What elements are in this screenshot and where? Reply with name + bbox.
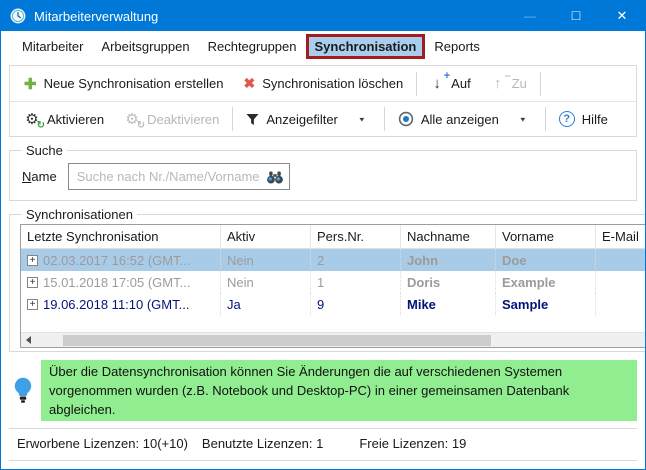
arrow-up-minus-icon: ↑– xyxy=(491,75,505,92)
horizontal-scrollbar[interactable] xyxy=(21,332,646,347)
arrow-down-plus-icon: ↓+ xyxy=(430,75,444,92)
window-controls: — □ ✕ xyxy=(507,1,645,31)
funnel-icon xyxy=(246,113,259,126)
show-all-button[interactable]: Alle anzeigen ▼ xyxy=(388,102,542,136)
chevron-down-icon[interactable]: ▼ xyxy=(514,115,532,122)
deactivate-button[interactable]: ⚙↻ Deaktivieren xyxy=(114,102,229,136)
question-mark-icon: ? xyxy=(559,111,575,127)
delete-x-icon: ✖ xyxy=(244,75,256,92)
tab-rechtegruppen[interactable]: Rechtegruppen xyxy=(199,34,306,59)
info-row: Über die Datensynchronisation können Sie… xyxy=(13,360,637,421)
gear-activate-icon: ⚙↻ xyxy=(24,110,40,128)
toolbar-separator xyxy=(232,107,233,131)
toolbar: ✚ Neue Synchronisation erstellen ✖ Synch… xyxy=(9,65,637,137)
toolbar-separator xyxy=(416,72,417,96)
expand-icon[interactable]: + xyxy=(27,277,38,288)
column-header[interactable]: Vorname xyxy=(496,225,596,248)
expand-icon[interactable]: + xyxy=(27,299,38,310)
lightbulb-icon xyxy=(13,376,33,405)
help-button[interactable]: ? Hilfe xyxy=(549,102,618,136)
statusbar: Erworbene Lizenzen: 10(+10) Benutzte Liz… xyxy=(1,429,645,453)
column-header[interactable]: Letzte Synchronisation xyxy=(21,225,221,248)
toolbar-row-1: ✚ Neue Synchronisation erstellen ✖ Synch… xyxy=(10,66,636,101)
column-header[interactable]: Pers.Nr. xyxy=(311,225,401,248)
activate-button[interactable]: ⚙↻ Aktivieren xyxy=(14,102,114,136)
display-filter-button[interactable]: Anzeigefilter ▼ xyxy=(236,102,380,136)
tabstrip: Mitarbeiter Arbeitsgruppen Rechtegruppen… xyxy=(1,31,645,62)
gear-deactivate-icon: ⚙↻ xyxy=(124,110,140,128)
app-window: Mitarbeiterverwaltung — □ ✕ Mitarbeiter … xyxy=(0,0,646,470)
toolbar-row-2: ⚙↻ Aktivieren ⚙↻ Deaktivieren Anzeigefil… xyxy=(10,101,636,136)
expand-icon[interactable]: + xyxy=(27,255,38,266)
new-sync-button[interactable]: ✚ Neue Synchronisation erstellen xyxy=(14,66,234,101)
tab-synchronisation[interactable]: Synchronisation xyxy=(306,34,426,59)
footer: Schließen Hilfe xyxy=(1,461,645,470)
table-row[interactable]: +19.06.2018 11:10 (GMT... Ja 9 Mike Samp… xyxy=(21,293,646,315)
licenses-acquired: Erworbene Lizenzen: 10(+10) xyxy=(17,436,188,451)
scroll-left-arrow[interactable] xyxy=(21,333,36,347)
search-input-wrap xyxy=(68,163,290,190)
chevron-down-icon[interactable]: ▼ xyxy=(353,115,371,122)
table-row[interactable]: +02.03.2017 16:52 (GMT... Nein 2 John Do… xyxy=(21,249,646,271)
toolbar-separator xyxy=(384,107,385,131)
toolbar-separator xyxy=(540,72,541,96)
maximize-icon[interactable]: □ xyxy=(553,1,599,31)
info-text: Über die Datensynchronisation können Sie… xyxy=(41,360,637,421)
tab-arbeitsgruppen[interactable]: Arbeitsgruppen xyxy=(92,34,198,59)
window-title: Mitarbeiterverwaltung xyxy=(34,9,158,24)
delete-sync-button[interactable]: ✖ Synchronisation löschen xyxy=(234,66,414,101)
zu-button[interactable]: ↑– Zu xyxy=(481,66,537,101)
search-group: Suche Name xyxy=(9,143,637,201)
tab-mitarbeiter[interactable]: Mitarbeiter xyxy=(13,34,92,59)
clock-app-icon xyxy=(10,8,26,24)
search-input[interactable] xyxy=(69,164,289,189)
scrollbar-thumb[interactable] xyxy=(63,335,491,346)
minimize-icon[interactable]: — xyxy=(507,1,553,31)
name-label: Name xyxy=(22,169,57,184)
titlebar: Mitarbeiterverwaltung — □ ✕ xyxy=(1,1,645,31)
column-header[interactable]: E-Mail xyxy=(596,225,646,248)
sync-group: Synchronisationen Letzte Synchronisation… xyxy=(9,207,646,352)
licenses-free: Freie Lizenzen: 19 xyxy=(359,436,466,451)
table-row[interactable]: +15.01.2018 17:05 (GMT... Nein 1 Doris E… xyxy=(21,271,646,293)
column-header[interactable]: Aktiv xyxy=(221,225,311,248)
sync-table: Letzte Synchronisation Aktiv Pers.Nr. Na… xyxy=(20,224,646,348)
close-icon[interactable]: ✕ xyxy=(599,1,645,31)
eye-icon xyxy=(398,111,414,127)
table-header: Letzte Synchronisation Aktiv Pers.Nr. Na… xyxy=(21,225,646,249)
column-header[interactable]: Nachname xyxy=(401,225,496,248)
search-group-title: Suche xyxy=(22,143,67,158)
licenses-used: Benutzte Lizenzen: 1 xyxy=(202,436,323,451)
sync-group-title: Synchronisationen xyxy=(22,207,137,222)
auf-button[interactable]: ↓+ Auf xyxy=(420,66,481,101)
binoculars-icon[interactable] xyxy=(266,171,284,184)
toolbar-separator xyxy=(545,107,546,131)
tab-reports[interactable]: Reports xyxy=(425,34,489,59)
plus-icon: ✚ xyxy=(24,75,37,93)
